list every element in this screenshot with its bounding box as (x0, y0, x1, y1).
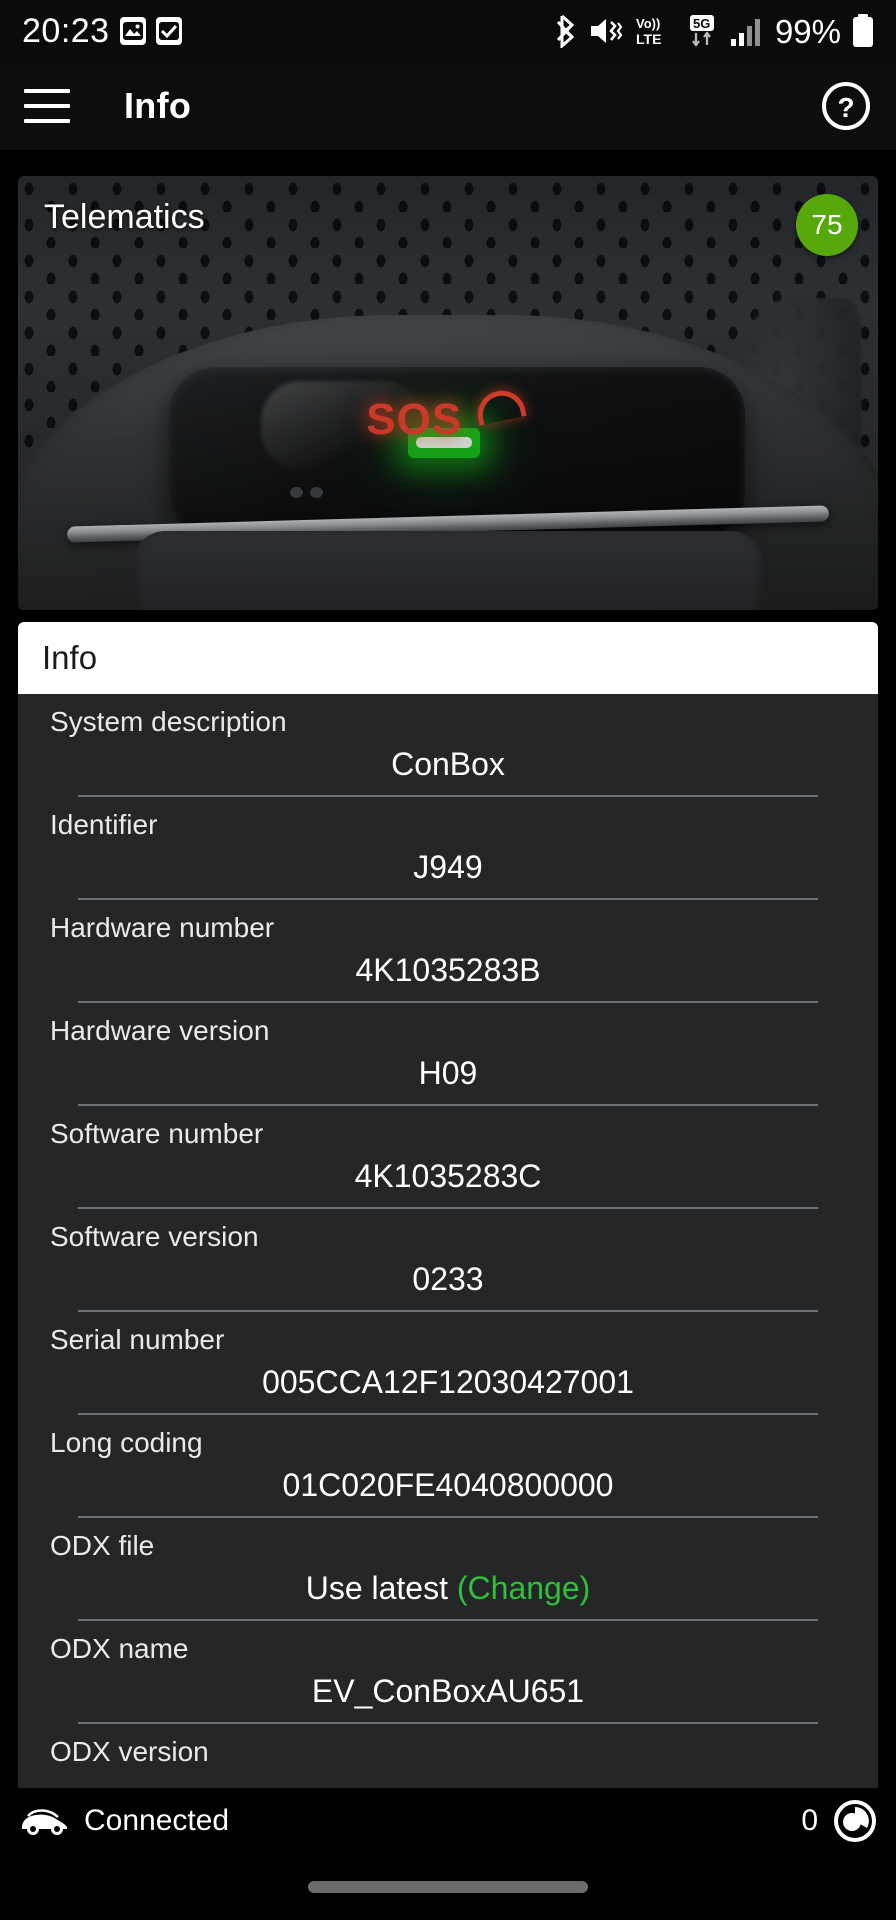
info-row-value-text: H09 (418, 1055, 478, 1092)
info-row-value: EV_ConBoxAU651 (48, 1665, 848, 1722)
info-row[interactable]: Software number 4K1035283C (18, 1106, 878, 1209)
info-row-value-text: J949 (413, 849, 483, 886)
status-bar-left: 20:23 (22, 14, 182, 48)
info-row-value-text: 4K1035283C (354, 1158, 542, 1195)
info-row-value: 4K1035283B (48, 944, 848, 1001)
fault-count-label: 0 (801, 1804, 818, 1837)
svg-text:Vo)): Vo)) (636, 16, 660, 31)
info-row-label: System description (50, 706, 287, 737)
info-row-label: ODX file (50, 1529, 155, 1561)
info-row-value: J949 (48, 841, 848, 898)
car-icon[interactable] (18, 1804, 70, 1838)
info-row-value: Use latest (Change) (48, 1562, 848, 1619)
volte-icon: Vo)) LTE (634, 14, 674, 48)
phone-screen: 20:23 Vo)) LTE 5G 99% Info ? Telematics … (0, 0, 896, 1920)
svg-text:LTE: LTE (636, 31, 661, 47)
svg-text:5G: 5G (693, 16, 710, 31)
info-row[interactable]: Identifier J949 (18, 797, 878, 900)
info-row-value-text: Use latest (305, 1570, 448, 1607)
battery-percent-label: 99% (774, 12, 841, 50)
info-row-label: Identifier (50, 808, 158, 840)
photo-vignette (18, 176, 878, 610)
info-row[interactable]: Serial number 005CCA12F12030427001 (18, 1312, 878, 1415)
checkbox-checked-icon (155, 17, 182, 45)
hamburger-menu-icon[interactable] (24, 89, 70, 123)
info-row-value-text: 01C020FE4040800000 (282, 1467, 614, 1504)
5g-data-icon: 5G (685, 14, 719, 48)
info-card-title: Info (42, 639, 98, 676)
info-row[interactable]: Long coding 01C020FE4040800000 (18, 1415, 878, 1518)
ecu-name-label: Telematics (44, 198, 205, 236)
info-row-label: Hardware number (50, 911, 275, 943)
info-row-value-text: ConBox (391, 746, 505, 783)
info-row[interactable]: System description ConBox (18, 694, 878, 797)
photo-icon (119, 17, 146, 45)
info-row-value: 4K1035283C (48, 1150, 848, 1207)
vibrate-mute-icon (589, 16, 623, 46)
ecu-photo-canvas: SOS (18, 176, 878, 610)
status-bar: 20:23 Vo)) LTE 5G 99% (0, 0, 896, 62)
status-clock: 20:23 (22, 12, 110, 50)
battery-icon (852, 14, 874, 48)
gesture-pill[interactable] (308, 1881, 588, 1893)
info-row-value: H09 (48, 1047, 848, 1104)
info-card-header: Info (18, 622, 878, 694)
info-row-label: Hardware version (50, 1014, 270, 1046)
info-row-value: ConBox (48, 738, 848, 795)
navigation-bar (0, 1854, 896, 1920)
info-row[interactable]: Hardware number 4K1035283B (18, 900, 878, 1003)
info-row[interactable]: Hardware version H09 (18, 1003, 878, 1106)
info-row-label: Long coding (50, 1426, 203, 1458)
info-row-label: ODX name (50, 1632, 189, 1664)
fault-counter-icon[interactable] (832, 1798, 878, 1844)
page-title: Info (124, 85, 192, 126)
info-row-value-text: 4K1035283B (355, 952, 541, 989)
info-row[interactable]: ODX file Use latest (Change) (18, 1518, 878, 1621)
info-row-value: 005CCA12F12030427001 (48, 1356, 848, 1413)
ecu-address-badge: 75 (796, 194, 858, 256)
info-row-label: Software number (50, 1117, 264, 1149)
signal-bars-icon (730, 15, 762, 47)
odx-change-link[interactable]: (Change) (457, 1570, 590, 1606)
info-row-value: 01C020FE4040800000 (48, 1459, 848, 1516)
app-bar: Info ? (0, 62, 896, 150)
bluetooth-icon (556, 14, 578, 48)
bottom-bar-right: 0 (801, 1798, 878, 1844)
info-row-label: ODX version (50, 1735, 209, 1767)
connection-status-label: Connected (84, 1804, 230, 1837)
info-row-value-text: 005CCA12F12030427001 (262, 1364, 634, 1401)
svg-text:?: ? (837, 92, 854, 123)
info-row-label: Serial number (50, 1323, 225, 1355)
status-bar-right: Vo)) LTE 5G 99% (556, 14, 874, 48)
info-row-label: Software version (50, 1220, 259, 1252)
info-row[interactable]: Software version 0233 (18, 1209, 878, 1312)
bottom-status-bar: Connected 0 (0, 1788, 896, 1854)
info-list[interactable]: System description ConBox Identifier J949 Ha… (18, 694, 878, 1804)
info-row[interactable]: ODX name EV_ConBoxAU651 (18, 1621, 878, 1724)
info-row-value: 0233 (48, 1253, 848, 1310)
info-row-value-text: EV_ConBoxAU651 (311, 1673, 585, 1710)
ecu-photo[interactable]: SOS Telematics 75 (18, 176, 878, 610)
info-row-value-text: 0233 (412, 1261, 484, 1298)
help-circle-icon[interactable]: ? (820, 80, 872, 132)
